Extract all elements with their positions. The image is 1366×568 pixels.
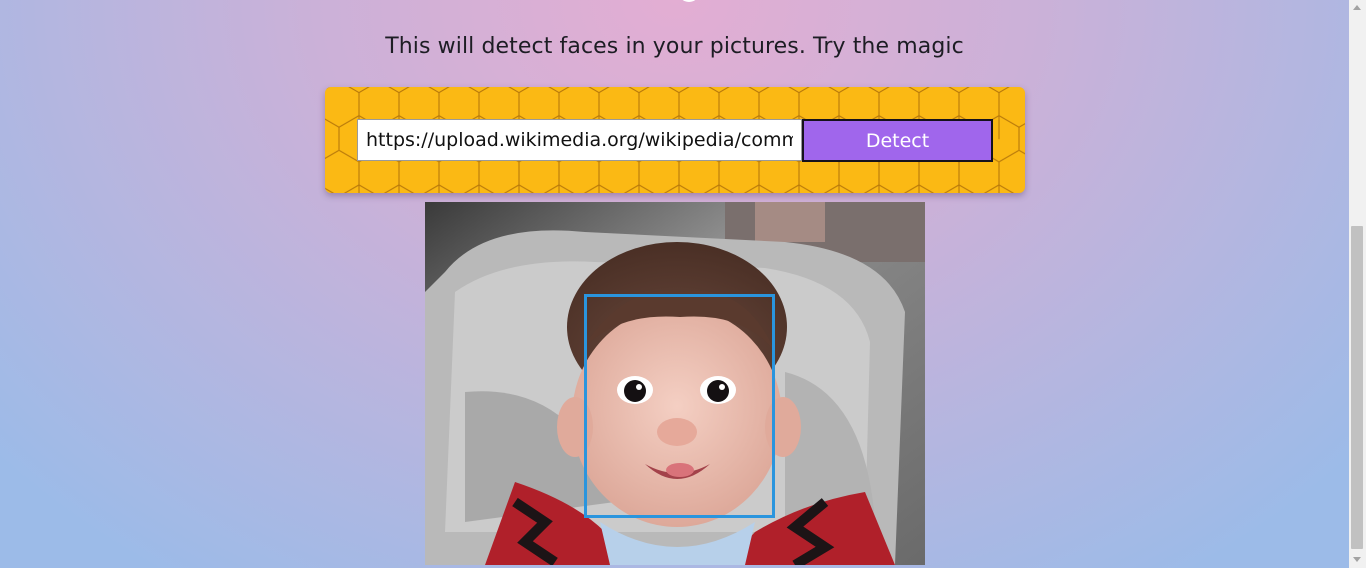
page: This will detect faces in your pictures.… [0,0,1349,568]
scrollbar-thumb[interactable] [1351,226,1363,549]
face-bounding-box [584,294,775,518]
scroll-up-arrow-icon[interactable] [1353,5,1361,10]
image-url-input[interactable] [357,119,802,161]
result-image [425,202,925,565]
logo-icon [678,0,700,2]
vertical-scrollbar[interactable] [1349,0,1366,568]
detect-button[interactable]: Detect [802,119,993,162]
scroll-down-arrow-icon[interactable] [1353,557,1361,562]
page-subtitle: This will detect faces in your pictures.… [385,34,964,59]
detect-form-card: Detect [325,87,1025,193]
